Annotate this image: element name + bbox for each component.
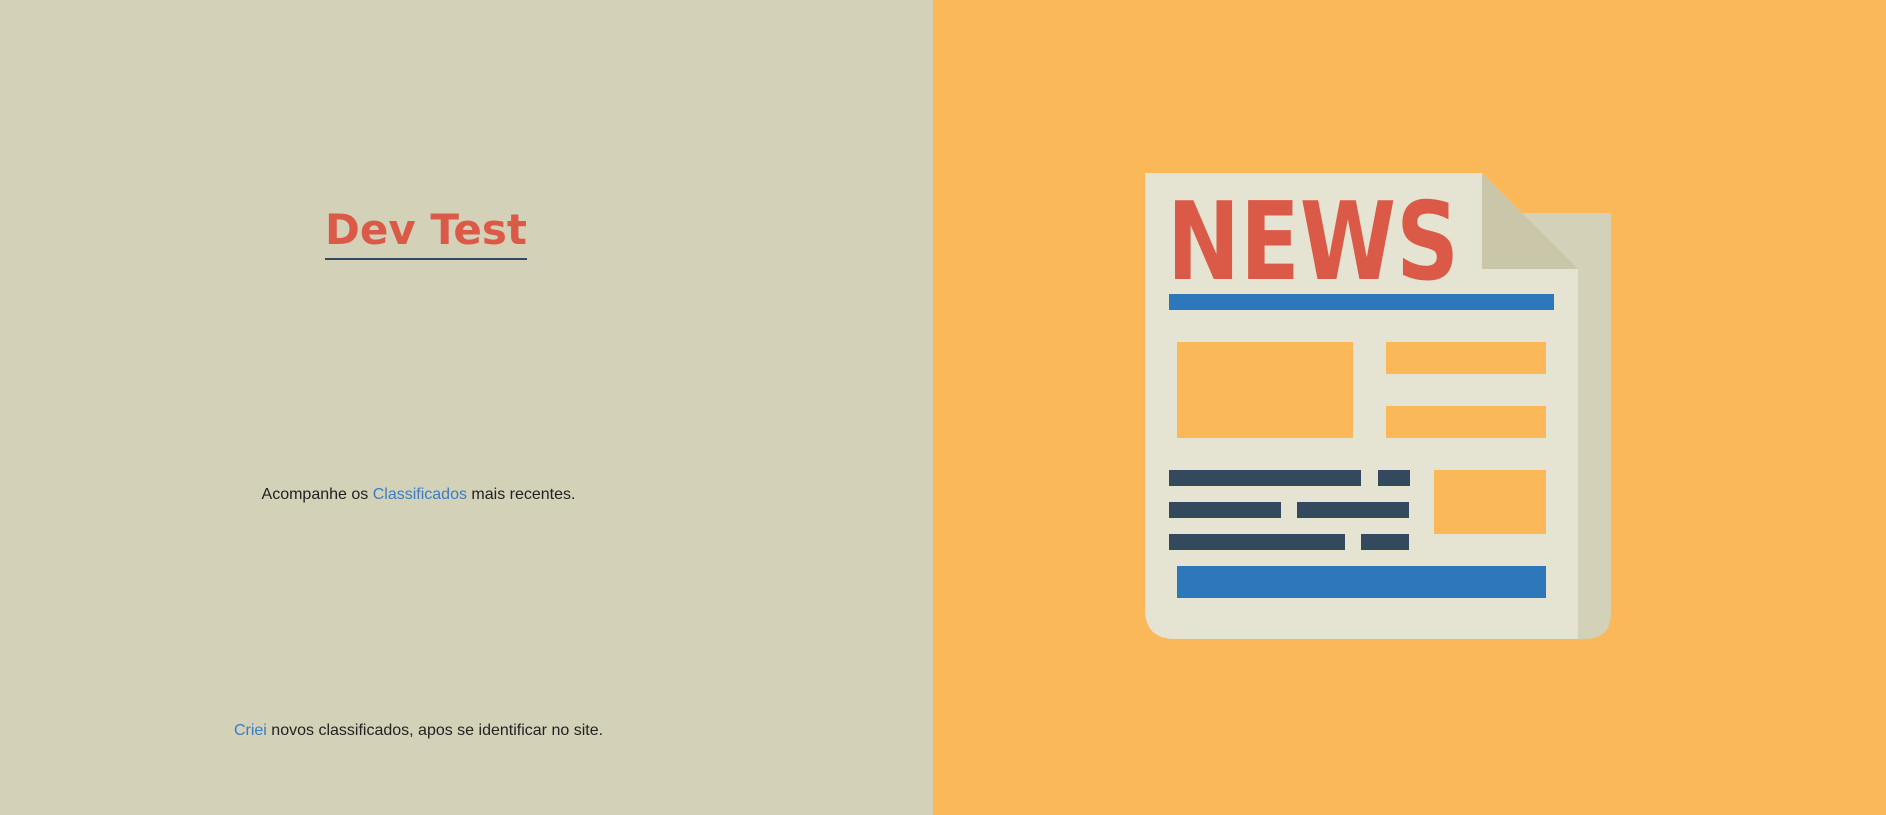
- classificados-link[interactable]: Classificados: [373, 486, 467, 503]
- intro-suffix: mais recentes.: [466, 486, 576, 503]
- intro-text: Acompanhe os Classificados mais recentes…: [0, 486, 837, 504]
- news-headline: NEWS: [1167, 180, 1459, 305]
- page: Dev Test Acompanhe os Classificados mais…: [0, 0, 1886, 815]
- left-panel: Dev Test Acompanhe os Classificados mais…: [0, 0, 933, 815]
- intro-prefix: Acompanhe os: [261, 486, 373, 503]
- brand-title-link[interactable]: Dev Test: [325, 205, 527, 261]
- criei-link[interactable]: Criei: [234, 722, 267, 739]
- create-text: Criei novos classificados, apos se ident…: [0, 722, 837, 740]
- create-suffix: novos classificados, apos se identificar…: [266, 722, 604, 739]
- newspaper-icon: NEWS: [1145, 173, 1611, 639]
